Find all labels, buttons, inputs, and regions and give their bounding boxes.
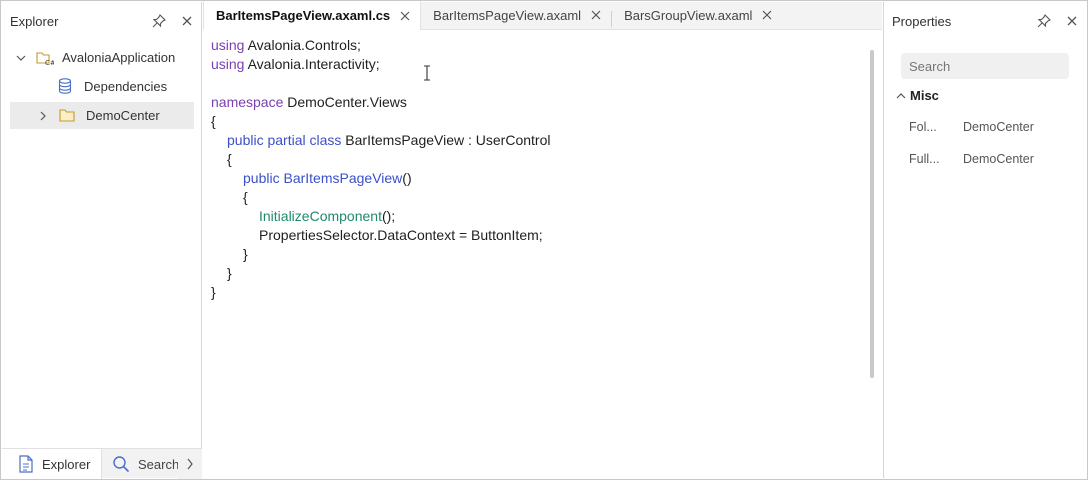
document-icon (18, 455, 34, 473)
code-keyword: partial (267, 132, 306, 148)
pin-icon[interactable] (145, 7, 173, 35)
code-line: { (227, 151, 232, 167)
tab-label: BarItemsPageView.axaml (433, 7, 582, 23)
property-name: Fol... (909, 120, 937, 134)
code-line: using Avalonia.Interactivity; (211, 55, 380, 74)
code-method: BarItemsPageView (283, 170, 403, 186)
tab-barsgroupview-axaml[interactable]: BarsGroupView.axaml (612, 1, 782, 29)
properties-title: Properties (892, 13, 952, 29)
tree-item-dependencies[interactable]: Dependencies (10, 73, 194, 100)
code-method: InitializeComponent (259, 208, 382, 224)
close-icon[interactable] (400, 11, 410, 21)
code-line: { (211, 113, 216, 129)
code-line: InitializeComponent(); (259, 207, 395, 226)
tab-explorer-label: Explorer (42, 456, 91, 472)
properties-header: Properties (884, 2, 1086, 40)
tree-item-democenter[interactable]: DemoCenter (10, 102, 194, 129)
code-keyword: using (211, 56, 245, 72)
code-line: using Avalonia.Controls; (211, 36, 361, 55)
property-value: DemoCenter (963, 120, 1034, 134)
explorer-title: Explorer (10, 13, 59, 29)
pin-icon[interactable] (1030, 7, 1058, 35)
code-text-segment: (); (381, 208, 396, 224)
code-line: namespace DemoCenter.Views (211, 93, 407, 112)
code-text-segment: BarItemsPageView : UserControl (341, 132, 551, 148)
code-line: } (227, 265, 232, 281)
tab-search[interactable]: Search (102, 449, 202, 479)
tab-label: BarItemsPageView.axaml.cs (216, 8, 391, 23)
text-cursor-icon (423, 65, 431, 86)
code-text-segment: DemoCenter.Views (283, 94, 407, 110)
property-row[interactable]: Fol... DemoCenter (909, 120, 1079, 140)
folder-icon (59, 108, 77, 124)
code-line: PropertiesSelector.DataContext = ButtonI… (259, 227, 543, 243)
code-text-segment: Avalonia.Controls; (244, 37, 361, 53)
code-line: } (243, 246, 248, 262)
explorer-bottom-tabs: Explorer Search (2, 448, 202, 479)
close-icon[interactable] (173, 7, 201, 35)
code-line: } (211, 284, 216, 300)
tab-label: BarsGroupView.axaml (624, 7, 753, 23)
property-name: Full... (909, 152, 940, 166)
vertical-scrollbar[interactable] (870, 50, 874, 378)
tab-baritemspageview-axaml-cs[interactable]: BarItemsPageView.axaml.cs (203, 1, 422, 30)
database-icon (58, 77, 74, 96)
search-icon (112, 455, 130, 473)
code-text-segment: () (402, 170, 412, 186)
svg-text:C#: C# (45, 59, 54, 67)
chevron-down-icon[interactable] (14, 51, 28, 65)
explorer-panel: Explorer C# AvaloniaApplication Dependen… (2, 2, 202, 479)
tree-item-label: AvaloniaApplication (62, 50, 176, 65)
close-icon[interactable] (1058, 7, 1086, 35)
code-keyword: public (227, 132, 264, 148)
code-line: public partial class BarItemsPageView : … (227, 131, 550, 150)
close-icon[interactable] (591, 10, 601, 20)
chevron-up-icon[interactable] (896, 92, 906, 100)
chevron-right-icon[interactable] (178, 449, 202, 479)
code-keyword: using (211, 37, 245, 53)
close-icon[interactable] (762, 10, 772, 20)
chevron-right-icon[interactable] (36, 109, 50, 123)
code-keyword: namespace (211, 94, 284, 110)
category-label: Misc (910, 88, 939, 103)
code-editor: BarItemsPageView.axaml.cs BarItemsPageVi… (203, 1, 882, 478)
properties-panel: Properties Misc Fol... DemoCenter Full..… (883, 2, 1086, 478)
property-value: DemoCenter (963, 152, 1034, 166)
category-misc[interactable]: Misc (896, 88, 939, 103)
csharp-project-icon: C# (36, 49, 54, 67)
code-text-segment: Avalonia.Interactivity; (244, 56, 380, 72)
code-line: public BarItemsPageView() (243, 169, 412, 188)
code-keyword: public (243, 170, 280, 186)
properties-search-input[interactable] (901, 53, 1069, 79)
tree-item-label: Dependencies (84, 79, 168, 94)
tab-baritemspageview-axaml[interactable]: BarItemsPageView.axaml (421, 1, 611, 29)
code-line: { (243, 189, 248, 205)
editor-tabbar: BarItemsPageView.axaml.cs BarItemsPageVi… (203, 1, 882, 30)
tab-search-label: Search (138, 456, 180, 472)
tab-explorer[interactable]: Explorer (2, 449, 102, 479)
code-keyword: class (309, 132, 342, 148)
tree-item-label: DemoCenter (86, 108, 160, 123)
property-row[interactable]: Full... DemoCenter (909, 152, 1079, 172)
explorer-header: Explorer (2, 2, 201, 40)
tree-item-avaloniaapplication[interactable]: C# AvaloniaApplication (10, 44, 194, 71)
